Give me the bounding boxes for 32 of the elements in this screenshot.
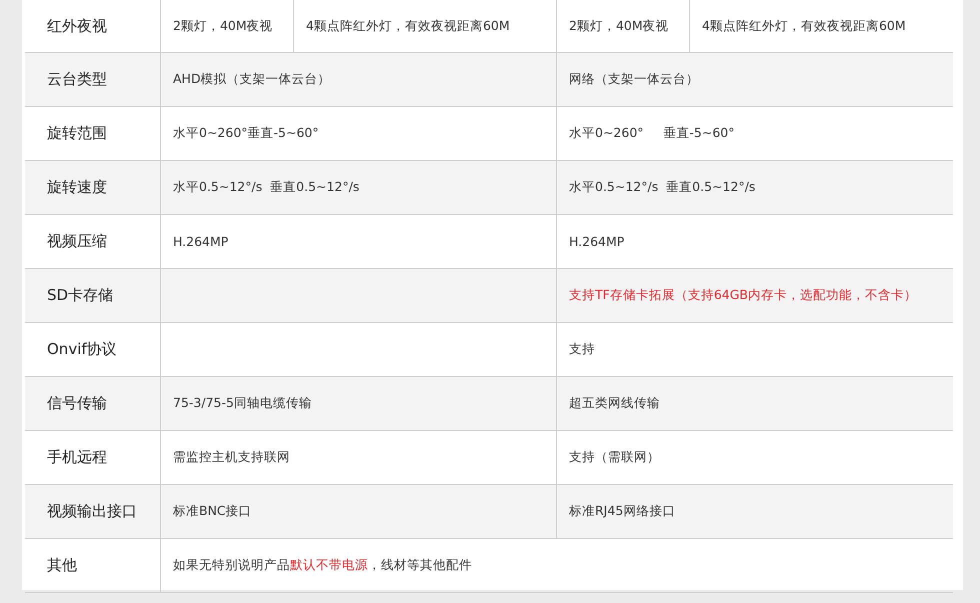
table-cell: 超五类网线传输: [569, 395, 660, 412]
table-cell: 网络（支架一体云台）: [569, 71, 699, 88]
row-label: SD卡存储: [25, 269, 161, 322]
row-label: 视频压缩: [25, 215, 161, 268]
row-label: 信号传输: [25, 377, 161, 430]
table-cell: AHD模拟（支架一体云台）: [173, 71, 331, 88]
table-cell: H.264MP: [173, 234, 228, 249]
table-cell: 水平0~260°垂直-5~60°: [173, 125, 319, 142]
row-label: 其他: [25, 539, 161, 592]
table-cell: 2颗灯，40M夜视: [569, 18, 669, 34]
table-cell: 支持: [569, 341, 595, 358]
row-label: 旋转速度: [25, 161, 161, 214]
row-label: 视频输出接口: [25, 485, 161, 538]
row-label: Onvif协议: [25, 323, 161, 376]
table-cell: 75-3/75-5同轴电缆传输: [173, 395, 312, 412]
table-cell: 水平0.5~12°/s 垂直0.5~12°/s: [569, 179, 756, 196]
table-cell: 需监控主机支持联网: [173, 449, 290, 466]
table-cell: 支持TF存储卡拓展（支持64GB内存卡，选配功能，不含卡）: [569, 287, 917, 304]
table-cell: 2颗灯，40M夜视: [173, 18, 273, 34]
table-cell: 4颗点阵红外灯，有效夜视距离60M: [306, 18, 510, 34]
table-cell: 支持（需联网）: [569, 449, 660, 466]
row-label: 红外夜视: [25, 0, 161, 52]
table-cell: 4颗点阵红外灯，有效夜视距离60M: [702, 18, 906, 34]
table-cell: 标准RJ45网络接口: [569, 503, 676, 520]
row-label: 云台类型: [25, 53, 161, 106]
row-label: 旋转范围: [25, 107, 161, 160]
row-label: 手机远程: [25, 431, 161, 484]
table-cell: 如果无特别说明产品默认不带电源，线材等其他配件: [173, 557, 472, 574]
table-cell: 标准BNC接口: [173, 503, 252, 520]
table-cell: 水平0.5~12°/s 垂直0.5~12°/s: [173, 179, 360, 196]
table-cell: 水平0~260° 垂直-5~60°: [569, 125, 734, 142]
table-cell: H.264MP: [569, 234, 624, 249]
